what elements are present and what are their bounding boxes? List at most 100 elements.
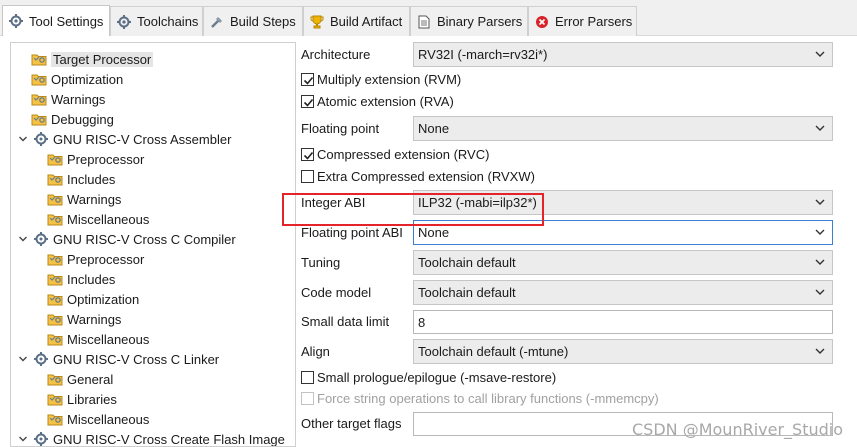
chevron-down-icon[interactable] [17, 353, 29, 365]
chevron-down-icon [815, 51, 825, 57]
tool-settings-panel: Target Processor Optimization Warnings Debu… [0, 36, 857, 447]
tuning-dropdown[interactable]: Toolchain default [413, 250, 833, 275]
tree-item[interactable]: Target Processor [31, 49, 154, 69]
tab-build-artifact[interactable]: Build Artifact [303, 6, 410, 36]
tab-label: Build Steps [230, 14, 296, 29]
folder-settings-icon [31, 51, 47, 67]
tree-item-label: GNU RISC-V Cross Create Flash Image [53, 431, 285, 447]
tree-group-item[interactable]: GNU RISC-V Cross Assembler [17, 129, 231, 149]
tree-item[interactable]: Miscellaneous [47, 409, 149, 429]
tree-item[interactable]: Preprocessor [47, 249, 144, 269]
tab-label: Toolchains [137, 14, 199, 29]
highlight-box [282, 193, 544, 226]
tab-label: Build Artifact [330, 14, 403, 29]
tab-error-parsers[interactable]: Error Parsers [528, 6, 637, 36]
code-model-value: Toolchain default [418, 285, 516, 300]
tree-item[interactable]: Optimization [31, 69, 123, 89]
folder-settings-icon [47, 411, 63, 427]
tree-group-item[interactable]: GNU RISC-V Cross C Compiler [17, 229, 236, 249]
tree-item[interactable]: Optimization [47, 289, 139, 309]
tree-item-label: GNU RISC-V Cross C Compiler [53, 231, 236, 247]
align-label: Align [301, 344, 330, 359]
error-icon [534, 14, 550, 30]
checkbox-box[interactable] [301, 170, 314, 183]
tree-item[interactable]: Libraries [47, 389, 117, 409]
checkbox-box[interactable] [301, 148, 314, 161]
settings-tree: Target Processor Optimization Warnings Debu… [10, 42, 296, 447]
checkbox-box[interactable] [301, 95, 314, 108]
tree-item[interactable]: Warnings [47, 309, 121, 329]
tree-item-label: Miscellaneous [67, 211, 150, 227]
tuning-value: Toolchain default [418, 255, 516, 270]
tab-binary-parsers[interactable]: Binary Parsers [410, 6, 528, 36]
tree-item[interactable]: Warnings [31, 89, 105, 109]
tree-item[interactable]: Includes [47, 169, 115, 189]
force-string-operations-label: Force string operations to call library … [317, 391, 659, 406]
watermark: CSDN @MounRiver_Studio [632, 420, 843, 439]
tree-item-label: Libraries [67, 391, 117, 407]
tree-group-item[interactable]: GNU RISC-V Cross Create Flash Image [17, 429, 285, 447]
tuning-label: Tuning [301, 255, 341, 270]
align-value: Toolchain default (-mtune) [418, 344, 569, 359]
tree-item-label: Includes [67, 171, 116, 187]
chevron-down-icon [815, 259, 825, 265]
force-string-operations-checkbox[interactable]: Force string operations to call library … [301, 391, 659, 406]
checkbox-box[interactable] [301, 392, 314, 405]
architecture-dropdown[interactable]: RV32I (-march=rv32i*) [413, 42, 833, 67]
tree-item-label: Miscellaneous [67, 411, 150, 427]
tree-item[interactable]: Includes [47, 269, 115, 289]
tree-item[interactable]: Debugging [31, 109, 114, 129]
folder-settings-icon [47, 291, 63, 307]
other-target-flags-label: Other target flags [301, 416, 402, 431]
tree-item-label: Warnings [67, 191, 122, 207]
tree-item-label: Debugging [51, 111, 114, 127]
floating-point-abi-value: None [418, 225, 450, 240]
checkbox-box[interactable] [301, 73, 314, 86]
tree-item[interactable]: Miscellaneous [47, 329, 149, 349]
tool-settings-icon [33, 351, 49, 367]
extra-compressed-extension-checkbox[interactable]: Extra Compressed extension (RVXW) [301, 169, 535, 184]
atomic-extension-label: Atomic extension (RVA) [317, 94, 454, 109]
tool-settings-icon [33, 231, 49, 247]
folder-settings-icon [47, 331, 63, 347]
small-data-limit-input[interactable]: 8 [413, 310, 833, 334]
tree-item[interactable]: Warnings [47, 189, 121, 209]
toolchains-icon [116, 14, 132, 30]
chevron-down-icon [815, 199, 825, 205]
tree-group-item[interactable]: GNU RISC-V Cross C Linker [17, 349, 219, 369]
folder-settings-icon [47, 251, 63, 267]
multiply-extension-checkbox[interactable]: Multiply extension (RVM) [301, 72, 461, 87]
folder-settings-icon [47, 151, 63, 167]
tree-item[interactable]: General [47, 369, 113, 389]
checkbox-box[interactable] [301, 371, 314, 384]
align-dropdown[interactable]: Toolchain default (-mtune) [413, 339, 833, 364]
chevron-down-icon[interactable] [17, 133, 29, 145]
tree-item-label: Preprocessor [67, 151, 145, 167]
tab-build-steps[interactable]: Build Steps [203, 6, 303, 36]
trophy-icon [309, 14, 325, 30]
chevron-down-icon[interactable] [17, 233, 29, 245]
small-data-limit-value: 8 [418, 314, 426, 330]
multiply-extension-label: Multiply extension (RVM) [317, 72, 462, 87]
tree-item[interactable]: Preprocessor [47, 149, 144, 169]
chevron-down-icon[interactable] [17, 433, 29, 445]
tab-toolchains[interactable]: Toolchains [110, 6, 203, 36]
small-prologue-checkbox[interactable]: Small prologue/epilogue (-msave-restore) [301, 370, 556, 385]
atomic-extension-checkbox[interactable]: Atomic extension (RVA) [301, 94, 454, 109]
tree-item[interactable]: Miscellaneous [47, 209, 149, 229]
folder-settings-icon [31, 71, 47, 87]
folder-settings-icon [31, 111, 47, 127]
tab-tool-settings[interactable]: Tool Settings [2, 5, 110, 36]
floating-point-dropdown[interactable]: None [413, 116, 833, 141]
tree-item-label: GNU RISC-V Cross C Linker [53, 351, 220, 367]
code-model-dropdown[interactable]: Toolchain default [413, 280, 833, 305]
tab-label: Error Parsers [555, 14, 633, 29]
tree-item-label: Optimization [67, 291, 140, 307]
tree-item-label: Includes [67, 271, 116, 287]
tree-item-label: Warnings [51, 91, 106, 107]
architecture-label: Architecture [301, 47, 371, 62]
chevron-down-icon [815, 289, 825, 295]
tree-item-label: GNU RISC-V Cross Assembler [53, 131, 232, 147]
folder-settings-icon [47, 311, 63, 327]
compressed-extension-checkbox[interactable]: Compressed extension (RVC) [301, 147, 489, 162]
